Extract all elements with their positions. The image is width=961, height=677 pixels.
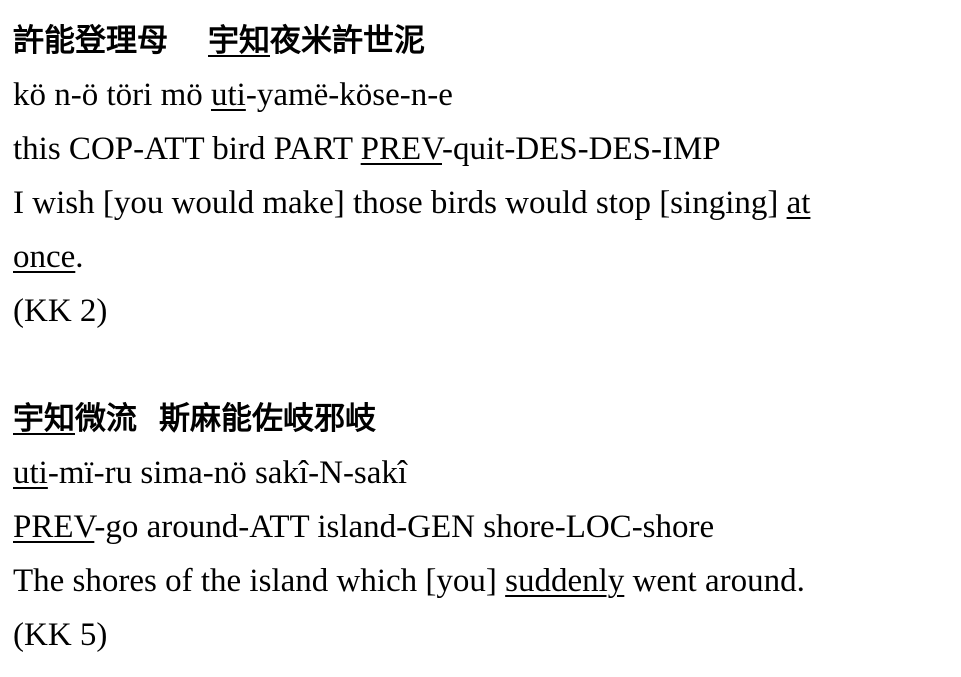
ex2-kanji-b: 微流 xyxy=(75,401,137,437)
ex1-kanji-underlined: 宇知 xyxy=(208,23,270,59)
ex1-translation-a: I wish [you would make] those birds woul… xyxy=(13,185,787,221)
ex1-kanji-a: 許能登理母 xyxy=(13,23,168,59)
ex1-translation-underlined-at: at xyxy=(786,185,811,221)
ex1-translation-period: . xyxy=(75,239,84,275)
ex1-translation-underlined-once: once xyxy=(13,239,76,275)
ex2-gloss-underlined: PREV xyxy=(13,509,95,545)
ex1-transliteration-line: kö n-ö töri mö uti-yamë-köse-n-e xyxy=(13,68,951,122)
ex1-kanji-line: 許能登理母 宇知夜米許世泥 xyxy=(13,14,951,68)
document-body: 許能登理母 宇知夜米許世泥 kö n-ö töri mö uti-yamë-kös… xyxy=(13,14,951,662)
ex1-gloss-c: -quit-DES-DES-IMP xyxy=(442,131,721,167)
ex2-translit-underlined: uti xyxy=(13,455,48,491)
ex2-source: (KK 5) xyxy=(13,617,108,653)
ex2-kanji-underlined: 宇知 xyxy=(13,401,75,437)
ex2-translation-a: The shores of the island which [you] xyxy=(13,563,506,599)
ex2-translation-line: The shores of the island which [you] sud… xyxy=(13,554,951,608)
ex1-translit-a: kö n-ö töri mö xyxy=(13,77,211,113)
ex1-translation-line-2: once. xyxy=(13,230,951,284)
ex1-source: (KK 2) xyxy=(13,293,108,329)
ex1-translit-c: -yamë-köse-n-e xyxy=(245,77,453,113)
ex2-translation-underlined: suddenly xyxy=(505,563,625,599)
ex2-kanji-c: 斯麻能佐岐邪岐 xyxy=(159,401,376,437)
ex2-translit-b: -mï-ru sima-nö sakî-N-sakî xyxy=(47,455,408,491)
ex1-gloss-a: this COP-ATT bird PART xyxy=(13,131,361,167)
ex1-gloss-line: this COP-ATT bird PART PREV-quit-DES-DES… xyxy=(13,122,951,176)
ex2-translation-c: went around. xyxy=(624,563,805,599)
ex2-gloss-b: -go around-ATT island-GEN shore-LOC-shor… xyxy=(94,509,715,545)
ex1-translit-underlined: uti xyxy=(210,77,246,113)
ex1-translation-line-1: I wish [you would make] those birds woul… xyxy=(13,176,951,230)
ex1-kanji-c: 夜米許世泥 xyxy=(270,23,425,59)
ex2-gloss-line: PREV-go around-ATT island-GEN shore-LOC-… xyxy=(13,500,951,554)
ex2-transliteration-line: uti-mï-ru sima-nö sakî-N-sakî xyxy=(13,446,951,500)
ex2-kanji-line: 宇知微流 斯麻能佐岐邪岐 xyxy=(13,392,951,446)
ex1-gloss-underlined: PREV xyxy=(360,131,442,167)
